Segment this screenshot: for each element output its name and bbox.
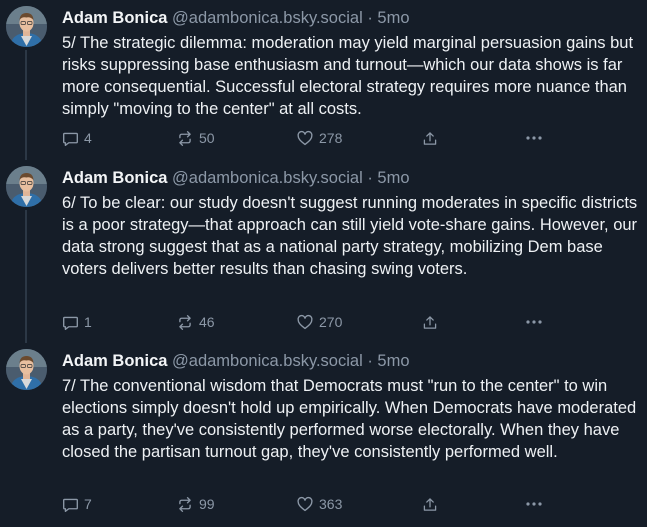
post-timestamp[interactable]: 5mo xyxy=(377,352,409,370)
more-options-button[interactable] xyxy=(525,127,543,149)
post-timestamp[interactable]: 5mo xyxy=(377,9,409,27)
like-button[interactable]: 363 xyxy=(296,493,342,515)
avatar-image xyxy=(6,349,47,390)
share-arrow-icon xyxy=(423,315,437,329)
post-text: 5/ The strategic dilemma: moderation may… xyxy=(62,34,634,118)
ellipsis-icon xyxy=(526,136,542,140)
post-text: 7/ The conventional wisdom that Democrat… xyxy=(62,377,637,461)
post-6[interactable]: Adam Bonica @adambonica.bsky.social · 5m… xyxy=(0,160,647,343)
share-button[interactable] xyxy=(422,127,438,149)
separator-dot: · xyxy=(367,9,373,27)
repost-arrows-icon xyxy=(179,130,191,146)
post-actions: 4 50 278 xyxy=(62,127,562,149)
separator-dot: · xyxy=(367,352,373,370)
share-arrow-icon xyxy=(423,497,437,511)
avatar[interactable] xyxy=(6,349,47,390)
repost-button[interactable]: 50 xyxy=(176,127,215,149)
share-button[interactable] xyxy=(422,493,438,515)
post-text: 6/ To be clear: our study doesn't sugges… xyxy=(62,194,638,278)
repost-button[interactable]: 99 xyxy=(176,493,215,515)
reply-button[interactable]: 1 xyxy=(62,311,92,333)
speech-bubble-icon xyxy=(63,316,78,330)
post-actions: 7 99 363 xyxy=(62,493,562,515)
reply-count: 4 xyxy=(84,130,92,146)
separator-dot: · xyxy=(367,169,373,187)
author-handle[interactable]: @adambonica.bsky.social xyxy=(172,169,363,187)
like-count: 270 xyxy=(319,314,343,330)
thread-feed: Adam Bonica @adambonica.bsky.social · 5m… xyxy=(0,0,647,527)
heart-icon xyxy=(297,496,313,511)
speech-bubble-icon xyxy=(63,498,78,512)
ellipsis-icon xyxy=(526,502,542,506)
avatar[interactable] xyxy=(6,6,47,47)
repost-count: 46 xyxy=(199,314,215,330)
post-actions: 1 46 270 xyxy=(62,311,562,333)
author-name[interactable]: Adam Bonica xyxy=(62,352,167,370)
repost-arrows-icon xyxy=(179,496,191,512)
avatar[interactable] xyxy=(6,166,47,207)
post-header: Adam Bonica @adambonica.bsky.social · 5m… xyxy=(62,351,410,371)
post-header: Adam Bonica @adambonica.bsky.social · 5m… xyxy=(62,8,410,28)
author-handle[interactable]: @adambonica.bsky.social xyxy=(172,9,363,27)
thread-line xyxy=(25,50,27,160)
author-name[interactable]: Adam Bonica xyxy=(62,9,167,27)
thread-line xyxy=(25,210,27,343)
share-arrow-icon xyxy=(423,131,437,145)
author-name[interactable]: Adam Bonica xyxy=(62,169,167,187)
speech-bubble-icon xyxy=(63,132,78,146)
more-options-button[interactable] xyxy=(525,493,543,515)
post-5[interactable]: Adam Bonica @adambonica.bsky.social · 5m… xyxy=(0,0,647,160)
post-header: Adam Bonica @adambonica.bsky.social · 5m… xyxy=(62,168,410,188)
reply-count: 7 xyxy=(84,496,92,512)
post-timestamp[interactable]: 5mo xyxy=(377,169,409,187)
repost-count: 50 xyxy=(199,130,215,146)
repost-button[interactable]: 46 xyxy=(176,311,215,333)
like-button[interactable]: 270 xyxy=(296,311,342,333)
author-handle[interactable]: @adambonica.bsky.social xyxy=(172,352,363,370)
ellipsis-icon xyxy=(526,320,542,324)
like-count: 278 xyxy=(319,130,343,146)
repost-arrows-icon xyxy=(179,314,191,330)
reply-count: 1 xyxy=(84,314,92,330)
share-button[interactable] xyxy=(422,311,438,333)
repost-count: 99 xyxy=(199,496,215,512)
reply-button[interactable]: 7 xyxy=(62,493,92,515)
avatar-image xyxy=(6,166,47,207)
like-button[interactable]: 278 xyxy=(296,127,342,149)
like-count: 363 xyxy=(319,496,343,512)
heart-icon xyxy=(297,130,313,145)
avatar-image xyxy=(6,6,47,47)
heart-icon xyxy=(297,314,313,329)
reply-button[interactable]: 4 xyxy=(62,127,92,149)
more-options-button[interactable] xyxy=(525,311,543,333)
post-7[interactable]: Adam Bonica @adambonica.bsky.social · 5m… xyxy=(0,343,647,527)
